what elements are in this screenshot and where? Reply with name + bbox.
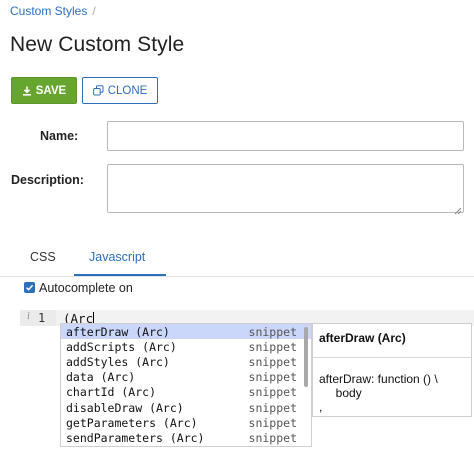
autocomplete-item-label: afterDraw (Arc) xyxy=(66,324,170,339)
autocomplete-label: Autocomplete on xyxy=(39,281,133,295)
name-field[interactable] xyxy=(107,121,464,151)
breadcrumb-separator: / xyxy=(92,4,96,18)
autocomplete-scrollbar[interactable] xyxy=(304,327,308,387)
autocomplete-item[interactable]: disableDraw (Arc) snippet xyxy=(61,400,311,415)
checkmark-icon xyxy=(25,279,34,297)
autocomplete-item-type: snippet xyxy=(248,385,297,400)
save-button-label: SAVE xyxy=(35,84,67,97)
doc-body: afterDraw: function () \ body , xyxy=(319,372,438,414)
page-title: New Custom Style xyxy=(10,33,185,56)
resize-grip-icon[interactable] xyxy=(453,202,462,215)
tabs-divider xyxy=(0,276,474,277)
tab-css[interactable]: CSS xyxy=(30,250,56,264)
breadcrumb-link-custom-styles[interactable]: Custom Styles xyxy=(10,4,87,18)
autocomplete-list: afterDraw (Arc) snippet addScripts (Arc) sn… xyxy=(61,324,311,446)
autocomplete-item[interactable]: data (Arc) snippet xyxy=(61,370,311,385)
autocomplete-item[interactable]: getParameters (Arc) snippet xyxy=(61,415,311,430)
save-button[interactable]: SAVE xyxy=(11,77,77,104)
tab-javascript[interactable]: Javascript xyxy=(89,250,145,264)
clone-button[interactable]: CLONE xyxy=(82,77,158,104)
download-icon xyxy=(22,86,32,96)
line-number: 1 xyxy=(38,311,46,325)
copy-icon xyxy=(92,85,104,96)
autocomplete-item-type: snippet xyxy=(248,415,297,430)
autocomplete-item-type: snippet xyxy=(248,370,297,385)
autocomplete-doc-tooltip: afterDraw (Arc) afterDraw: function () \… xyxy=(312,323,472,417)
autocomplete-item-label: addScripts (Arc) xyxy=(66,339,177,354)
breadcrumb: Custom Styles / xyxy=(10,4,96,18)
clone-button-label: CLONE xyxy=(107,84,148,97)
autocomplete-item-label: addStyles (Arc) xyxy=(66,354,170,369)
autocomplete-item-type: snippet xyxy=(248,354,297,369)
autocomplete-item[interactable]: sendParameters (Arc) snippet xyxy=(61,430,311,445)
autocomplete-item[interactable]: afterDraw (Arc) snippet xyxy=(61,324,311,340)
doc-title: afterDraw (Arc) xyxy=(319,331,406,345)
autocomplete-item[interactable]: chartId (Arc) snippet xyxy=(61,385,311,400)
autocomplete-item[interactable]: addStyles (Arc) snippet xyxy=(61,354,311,369)
autocomplete-item-label: disableDraw (Arc) xyxy=(66,400,184,415)
name-label: Name: xyxy=(40,129,79,143)
autocomplete-item-type: snippet xyxy=(248,430,297,445)
autocomplete-item-label: chartId (Arc) xyxy=(66,385,157,400)
autocomplete-item-label: data (Arc) xyxy=(66,370,136,385)
autocomplete-item-type: snippet xyxy=(248,324,297,339)
description-label: Description: xyxy=(11,173,84,187)
autocomplete-checkbox[interactable] xyxy=(24,282,35,293)
doc-divider xyxy=(313,357,471,358)
info-icon: i xyxy=(27,311,30,322)
autocomplete-item-type: snippet xyxy=(248,339,297,354)
autocomplete-item-label: sendParameters (Arc) xyxy=(66,430,205,445)
autocomplete-item-label: getParameters (Arc) xyxy=(66,415,198,430)
description-field[interactable] xyxy=(107,164,464,215)
autocomplete-popup[interactable]: afterDraw (Arc) snippet addScripts (Arc) sn… xyxy=(60,323,312,447)
active-tab-indicator xyxy=(74,274,166,276)
autocomplete-item-type: snippet xyxy=(248,400,297,415)
autocomplete-item[interactable]: addScripts (Arc) snippet xyxy=(61,339,311,354)
